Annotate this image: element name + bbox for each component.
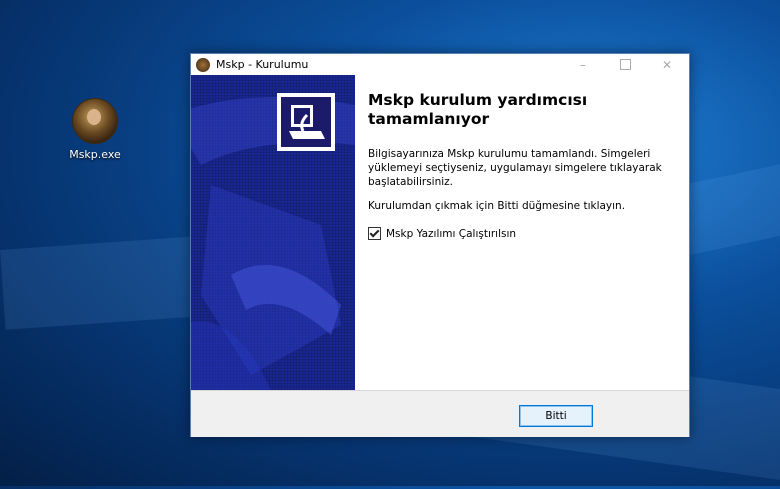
wizard-body: Mskp kurulum yardımcısı tamamlanıyor Bil… — [191, 75, 689, 390]
maximize-icon — [619, 59, 631, 70]
close-button[interactable]: ✕ — [649, 54, 685, 75]
app-icon — [196, 57, 210, 72]
game-exe-icon — [72, 98, 118, 144]
run-app-checkbox[interactable] — [368, 227, 381, 240]
desktop-icon-label: Mskp.exe — [69, 148, 121, 161]
window-title: Mskp - Kurulumu — [216, 58, 309, 71]
exit-instruction: Kurulumdan çıkmak için Bitti düğmesine t… — [368, 200, 626, 212]
maximize-button[interactable] — [607, 54, 643, 75]
setup-wizard-window: Mskp - Kurulumu – ✕ Mskp kurulum yardımc… — [190, 53, 690, 437]
title-bar[interactable]: Mskp - Kurulumu – ✕ — [191, 54, 689, 75]
finish-button[interactable]: Bitti — [519, 405, 593, 427]
wallpaper-beam — [0, 236, 206, 330]
run-app-label: Mskp Yazılımı Çalıştırılsın — [386, 227, 517, 240]
installer-logo — [277, 93, 335, 151]
wizard-footer: Bitti — [191, 390, 689, 437]
wizard-banner-image — [191, 75, 355, 390]
run-app-option[interactable]: Mskp Yazılımı Çalıştırılsın — [368, 227, 678, 240]
desktop-icon-mskp[interactable]: Mskp.exe — [60, 98, 130, 161]
minimize-button[interactable]: – — [565, 54, 601, 75]
completion-message: Bilgisayarınıza Mskp kurulumu tamamlandı… — [368, 148, 662, 188]
wizard-content: Mskp kurulum yardımcısı tamamlanıyor Bil… — [368, 91, 678, 240]
wizard-heading: Mskp kurulum yardımcısı tamamlanıyor — [368, 91, 588, 128]
